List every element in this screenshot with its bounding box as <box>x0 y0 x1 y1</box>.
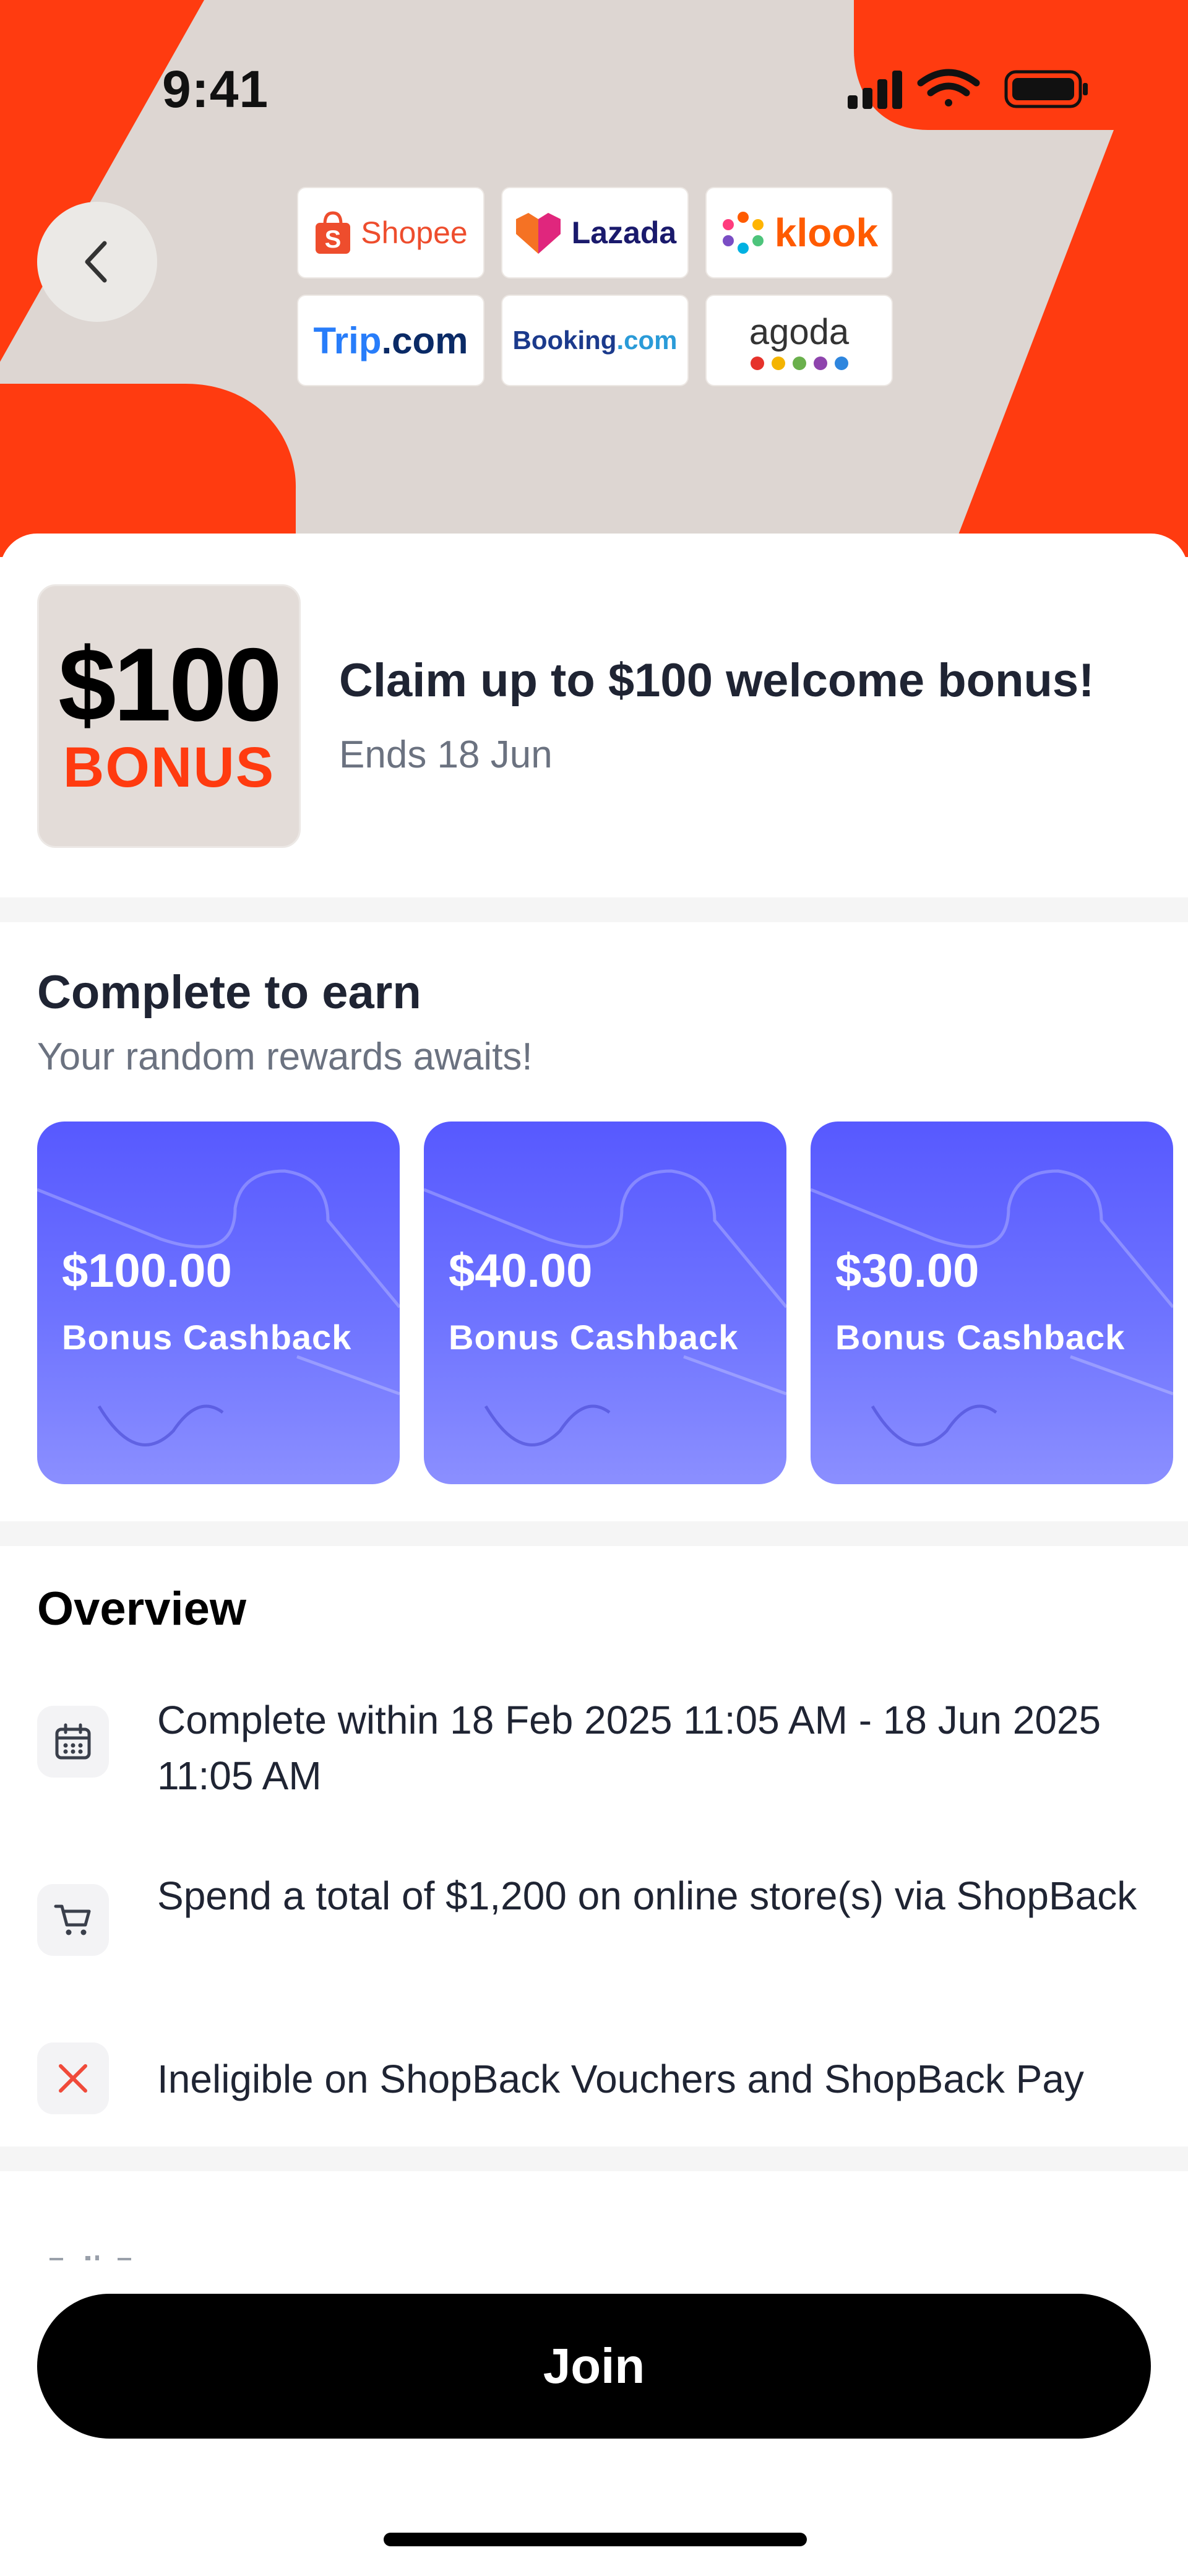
reward-label: Bonus Cashback <box>62 1318 352 1357</box>
agoda-dot <box>771 356 785 370</box>
klook-burst-icon <box>722 212 764 254</box>
earn-section-title: Complete to earn <box>37 966 421 1019</box>
klook-logo: klook <box>705 187 893 279</box>
agoda-dot <box>813 356 827 370</box>
back-button[interactable] <box>37 202 157 322</box>
overview-item-text: Spend a total of $1,200 on online store(… <box>157 1874 1137 1918</box>
reward-card-pattern <box>424 1169 786 1446</box>
reward-card-pattern <box>37 1169 400 1446</box>
trip-wordmark-suffix: .com <box>381 319 468 361</box>
lazada-wordmark: Lazada <box>571 215 677 250</box>
shopee-bag-icon: S <box>316 211 351 254</box>
home-indicator <box>384 2533 807 2546</box>
agoda-dot <box>834 356 848 370</box>
agoda-dot <box>792 356 806 370</box>
reward-card-pattern <box>811 1169 1173 1446</box>
hero-banner: 9:41 S Shopee Lazada klook Trip .com Boo… <box>0 0 1188 557</box>
trip-wordmark: Trip <box>313 319 382 361</box>
reward-label: Bonus Cashback <box>835 1318 1126 1357</box>
reward-amount: $30.00 <box>835 1245 979 1297</box>
bonus-badge-word: BONUS <box>62 736 275 800</box>
calendar-icon <box>37 1706 109 1778</box>
booking-wordmark-suffix: .com <box>616 326 678 355</box>
section-divider <box>0 2146 1188 2171</box>
shopee-wordmark: Shopee <box>361 215 468 250</box>
reward-label: Bonus Cashback <box>449 1318 739 1357</box>
bonus-badge-amount: $100 <box>58 626 282 743</box>
signal-icon <box>848 71 902 109</box>
chevron-left-icon <box>85 241 107 283</box>
cut-off-section-heading <box>50 2255 131 2260</box>
wifi-icon <box>917 69 980 106</box>
bonus-badge: $100 BONUS <box>37 584 301 848</box>
section-divider <box>0 897 1188 922</box>
status-time: 9:41 <box>162 60 269 118</box>
reward-card[interactable]: $30.00 Bonus Cashback <box>811 1122 1173 1484</box>
lazada-logo: Lazada <box>501 187 689 279</box>
section-divider <box>0 1521 1188 1546</box>
campaign-end-date: Ends 18 Jun <box>339 733 553 776</box>
battery-icon <box>1004 70 1088 108</box>
agoda-dot <box>750 356 764 370</box>
svg-text:S: S <box>325 226 342 253</box>
overview-item-text: Ineligible on ShopBack Vouchers and Shop… <box>157 2057 1084 2101</box>
trip-logo: Trip .com <box>297 295 484 386</box>
close-icon <box>37 2042 109 2114</box>
reward-card[interactable]: $100.00 Bonus Cashback <box>37 1122 400 1484</box>
lazada-heart-icon <box>515 213 561 254</box>
campaign-title: Claim up to $100 welcome bonus! <box>339 654 1095 707</box>
reward-amount: $100.00 <box>62 1245 232 1297</box>
booking-wordmark: Booking <box>512 326 617 355</box>
earn-section-subtitle: Your random rewards awaits! <box>37 1035 533 1078</box>
reward-card[interactable]: $40.00 Bonus Cashback <box>424 1122 786 1484</box>
agoda-dots <box>750 356 848 370</box>
agoda-wordmark: agoda <box>749 311 850 352</box>
overview-item-text: Complete within 18 Feb 2025 11:05 AM - 1… <box>157 1698 1101 1798</box>
shopee-logo: S Shopee <box>297 187 484 279</box>
overview-section-title: Overview <box>37 1583 246 1635</box>
booking-logo: Booking .com <box>501 295 689 386</box>
cart-icon <box>37 1884 109 1956</box>
reward-amount: $40.00 <box>449 1245 593 1297</box>
status-icons <box>848 69 1088 109</box>
agoda-logo: agoda <box>705 295 893 386</box>
join-button[interactable]: Join <box>37 2294 1151 2439</box>
klook-wordmark: klook <box>774 210 879 255</box>
